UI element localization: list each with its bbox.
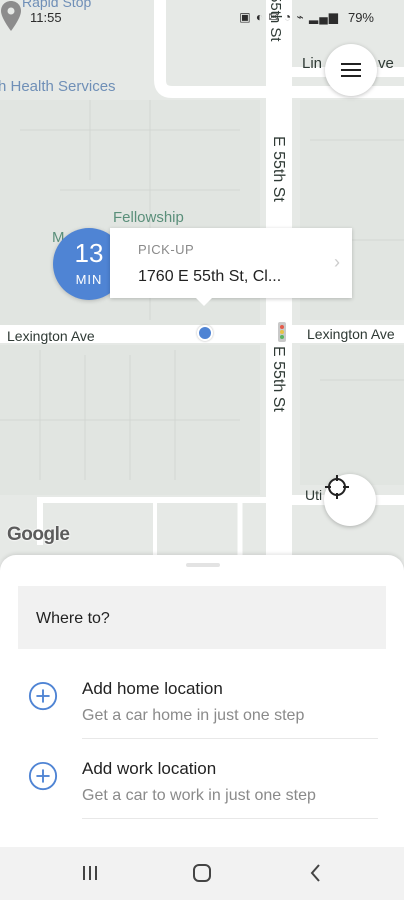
pickup-address: 1760 E 55th St, Cl... bbox=[138, 268, 282, 285]
status-time: 11:55 bbox=[30, 10, 62, 25]
work-title: Add work location bbox=[82, 759, 217, 778]
google-logo: Google bbox=[7, 524, 70, 545]
pickup-label: PICK-UP bbox=[138, 242, 195, 257]
map-pin-icon[interactable] bbox=[0, 0, 22, 32]
battery-level: 79% bbox=[347, 10, 374, 25]
system-nav-bar bbox=[0, 847, 404, 900]
poi-fellowship: Fellowship bbox=[113, 209, 184, 226]
street-lin-ave-suffix: ve bbox=[378, 55, 394, 72]
street-uti: Uti bbox=[305, 487, 323, 503]
home-button[interactable] bbox=[190, 861, 214, 885]
recent-apps-button[interactable] bbox=[78, 861, 102, 885]
back-button[interactable] bbox=[304, 861, 328, 885]
where-to-search[interactable]: Where to? bbox=[18, 586, 386, 649]
add-work-location[interactable]: Add work location Get a car to work in j… bbox=[0, 739, 404, 819]
street-lexington-right: Lexington Ave bbox=[307, 326, 395, 342]
pickup-card[interactable]: PICK-UP 1760 E 55th St, Cl... › bbox=[110, 228, 352, 306]
street-55th-top: 55th St bbox=[267, 0, 284, 42]
recent-apps-icon bbox=[83, 866, 97, 880]
home-title: Add home location bbox=[82, 679, 223, 698]
street-lin-ave: Lin bbox=[302, 55, 323, 72]
hamburger-icon bbox=[341, 59, 361, 81]
add-home-location[interactable]: Add home location Get a car home in just… bbox=[0, 659, 404, 739]
home-subtitle: Get a car home in just one step bbox=[82, 707, 305, 724]
street-e55th-lower: E 55th St bbox=[270, 346, 287, 412]
current-location-dot bbox=[197, 325, 213, 341]
back-icon bbox=[310, 864, 320, 882]
menu-button[interactable] bbox=[325, 44, 377, 96]
plus-circle-icon bbox=[28, 761, 58, 791]
pickup-card-pointer bbox=[196, 298, 212, 306]
where-to-label: Where to? bbox=[36, 610, 110, 627]
poi-health-services: h Health Services bbox=[0, 78, 116, 95]
home-icon bbox=[193, 864, 211, 882]
locate-me-button[interactable] bbox=[324, 474, 376, 526]
street-lexington-left: Lexington Ave bbox=[7, 328, 95, 344]
street-e55th-upper: E 55th St bbox=[270, 136, 287, 202]
plus-circle-icon bbox=[28, 681, 58, 711]
crosshair-icon bbox=[325, 475, 349, 499]
divider bbox=[82, 818, 378, 819]
chevron-right-icon: › bbox=[334, 252, 340, 272]
sheet-handle[interactable] bbox=[186, 563, 220, 567]
poi-rapid-stop: Rapid Stop bbox=[22, 0, 92, 10]
work-subtitle: Get a car to work in just one step bbox=[82, 787, 316, 804]
bottom-sheet[interactable]: Where to? Add home location Get a car ho… bbox=[0, 555, 404, 847]
status-icons: ▣ ◐ ✉ ◔ ⌁ ▂▄▆ bbox=[239, 10, 339, 24]
map-view[interactable]: 11:55 ▣ ◐ ✉ ◔ ⌁ ▂▄▆ 79% Rapid Stop h Hea… bbox=[0, 0, 404, 560]
